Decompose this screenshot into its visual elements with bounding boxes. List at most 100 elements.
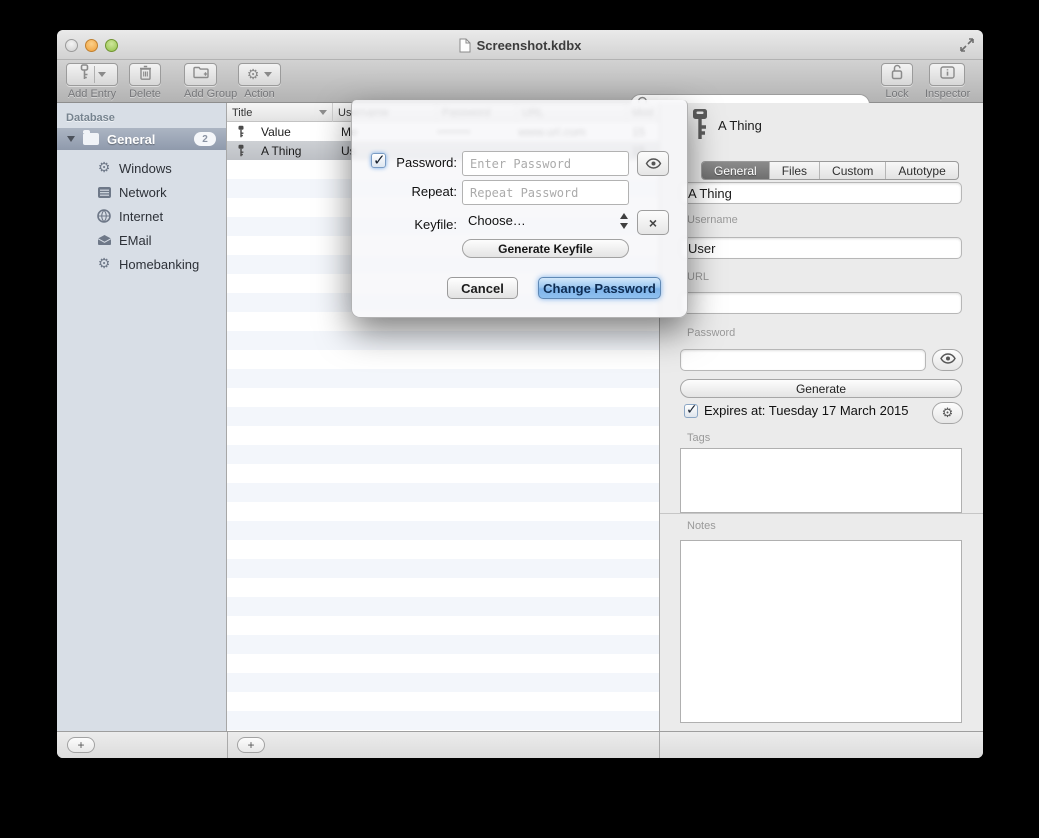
gear-icon: ⚙ bbox=[247, 67, 260, 83]
disclosure-triangle-icon[interactable] bbox=[67, 136, 75, 142]
tab-files[interactable]: Files bbox=[770, 162, 820, 179]
username-field[interactable] bbox=[680, 237, 962, 259]
fullscreen-icon[interactable] bbox=[959, 37, 975, 58]
notes-label: Notes bbox=[687, 520, 716, 532]
inspector-tabs: General Files Custom Autotype bbox=[701, 161, 959, 180]
cancel-button[interactable]: Cancel bbox=[447, 277, 518, 299]
add-entry-label: Add Entry bbox=[66, 88, 118, 100]
add-entry-button[interactable] bbox=[66, 63, 118, 86]
window-title-area: Screenshot.kdbx bbox=[57, 30, 983, 60]
sidebar-section-header: Database bbox=[66, 112, 115, 124]
desktop-background: Screenshot.kdbx Add Entry bbox=[0, 0, 1039, 838]
eye-icon bbox=[940, 351, 956, 369]
notes-input[interactable] bbox=[680, 540, 962, 723]
add-group-plus-button[interactable]: + bbox=[67, 737, 95, 753]
inspector-entry-title: A Thing bbox=[718, 118, 762, 133]
sidebar-item-homebanking[interactable]: ⚙ Homebanking bbox=[57, 252, 226, 276]
info-icon bbox=[940, 66, 955, 84]
gear-icon: ⚙ bbox=[942, 406, 954, 421]
gear-icon: ⚙ bbox=[95, 257, 113, 271]
key-icon bbox=[688, 107, 712, 146]
gear-icon: ⚙ bbox=[95, 161, 113, 175]
tab-custom[interactable]: Custom bbox=[820, 162, 886, 179]
folder-icon bbox=[83, 133, 99, 145]
close-icon: × bbox=[649, 215, 657, 231]
url-label: URL bbox=[687, 271, 709, 283]
expires-checkbox[interactable] bbox=[684, 404, 698, 418]
globe-icon bbox=[95, 209, 113, 223]
password-label: Password bbox=[687, 327, 735, 339]
stepper-icon[interactable] bbox=[620, 213, 629, 229]
server-icon bbox=[95, 186, 113, 199]
cell-title: Value bbox=[261, 125, 331, 139]
group-sidebar: Database General 2 ⚙ Windows Network bbox=[57, 103, 227, 731]
keyfile-popup[interactable]: Choose… bbox=[468, 213, 526, 228]
delete-label: Delete bbox=[129, 88, 161, 100]
eye-icon bbox=[645, 156, 662, 172]
tab-autotype[interactable]: Autotype bbox=[886, 162, 957, 179]
tab-general[interactable]: General bbox=[702, 162, 770, 179]
folder-plus-icon bbox=[193, 66, 209, 84]
sidebar-item-general[interactable]: General 2 bbox=[57, 128, 226, 150]
document-icon bbox=[459, 38, 471, 53]
dialog-keyfile-label: Keyfile: bbox=[389, 217, 457, 232]
column-header-title[interactable]: Title bbox=[227, 103, 333, 122]
dialog-password-label: Password: bbox=[389, 155, 457, 170]
generate-keyfile-button[interactable]: Generate Keyfile bbox=[462, 239, 629, 258]
url-field[interactable] bbox=[680, 292, 962, 314]
sidebar-item-network[interactable]: Network bbox=[57, 180, 226, 204]
generate-password-button[interactable]: Generate bbox=[680, 379, 962, 398]
change-password-button[interactable]: Change Password bbox=[538, 277, 661, 299]
sidebar-item-label: General bbox=[107, 132, 194, 147]
cell-title: A Thing bbox=[261, 144, 331, 158]
entry-count-badge: 2 bbox=[194, 132, 216, 146]
sidebar-item-windows[interactable]: ⚙ Windows bbox=[57, 156, 226, 180]
clear-keyfile-button[interactable]: × bbox=[637, 210, 669, 235]
show-password-button[interactable] bbox=[637, 151, 669, 176]
title-bar[interactable]: Screenshot.kdbx bbox=[57, 30, 983, 60]
open-padlock-icon bbox=[890, 64, 904, 85]
chevron-down-icon bbox=[264, 72, 272, 77]
toolbar: Add Entry Delete Add Group bbox=[57, 60, 983, 103]
action-button[interactable]: ⚙ bbox=[238, 63, 281, 86]
bottom-bar: + + bbox=[57, 731, 983, 758]
delete-button[interactable] bbox=[129, 63, 161, 86]
lock-button[interactable] bbox=[881, 63, 913, 86]
divider bbox=[227, 732, 228, 758]
sort-descending-icon bbox=[319, 110, 327, 115]
tags-input[interactable] bbox=[680, 448, 962, 513]
add-group-button[interactable] bbox=[184, 63, 217, 86]
key-icon bbox=[78, 64, 91, 85]
sidebar-item-email[interactable]: EMail bbox=[57, 228, 226, 252]
expires-row: Expires at: Tuesday 17 March 2015 bbox=[684, 403, 909, 418]
inspector-button[interactable] bbox=[929, 63, 965, 86]
trash-icon bbox=[139, 65, 152, 85]
title-field[interactable] bbox=[680, 182, 962, 204]
reveal-password-button[interactable] bbox=[932, 349, 963, 371]
inspector-panel: A Thing General Files Custom Autotype Us… bbox=[659, 103, 983, 731]
expires-options-button[interactable]: ⚙ bbox=[932, 402, 963, 424]
section-divider bbox=[660, 513, 983, 514]
expires-label: Expires at: Tuesday 17 March 2015 bbox=[704, 403, 909, 418]
sidebar-item-internet[interactable]: Internet bbox=[57, 204, 226, 228]
change-password-dialog: Password: Repeat: Keyfile: Choose… × Gen… bbox=[351, 100, 688, 318]
inspector-label: Inspector bbox=[925, 88, 969, 100]
chevron-down-icon bbox=[98, 72, 106, 77]
dialog-repeat-label: Repeat: bbox=[389, 184, 457, 199]
key-icon bbox=[236, 144, 246, 157]
action-label: Action bbox=[238, 88, 281, 100]
key-icon bbox=[236, 125, 246, 138]
enter-password-input[interactable] bbox=[462, 151, 629, 176]
username-label: Username bbox=[687, 214, 738, 226]
add-entry-plus-button[interactable]: + bbox=[237, 737, 265, 753]
tags-label: Tags bbox=[687, 432, 710, 444]
password-field[interactable] bbox=[680, 349, 926, 371]
add-group-label: Add Group bbox=[184, 88, 237, 100]
split-divider bbox=[94, 66, 95, 83]
lock-label: Lock bbox=[881, 88, 913, 100]
repeat-password-input[interactable] bbox=[462, 180, 629, 205]
password-checkbox[interactable] bbox=[371, 153, 386, 168]
envelope-icon bbox=[95, 234, 113, 246]
window-title: Screenshot.kdbx bbox=[477, 38, 582, 53]
app-window: Screenshot.kdbx Add Entry bbox=[57, 30, 983, 758]
